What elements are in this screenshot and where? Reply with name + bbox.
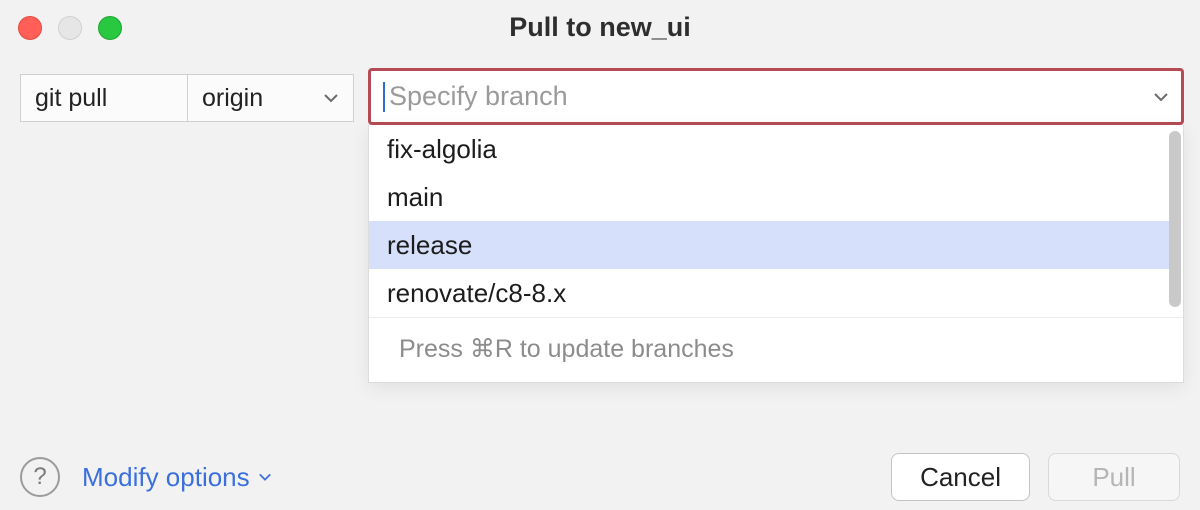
text-cursor	[383, 82, 385, 112]
dialog-title: Pull to new_ui	[0, 12, 1200, 43]
cancel-button[interactable]: Cancel	[891, 453, 1030, 501]
scrollbar-thumb[interactable]	[1169, 131, 1181, 307]
branch-option[interactable]: fix-algolia	[369, 125, 1173, 173]
branch-list: fix-algolia main release renovate/c8-8.x	[369, 125, 1183, 317]
branch-option[interactable]: release	[369, 221, 1173, 269]
help-icon[interactable]: ?	[20, 457, 60, 497]
dropdown-hint: Press ⌘R to update branches	[369, 317, 1183, 382]
chevron-down-icon[interactable]	[1153, 89, 1169, 105]
modify-options-link[interactable]: Modify options	[82, 462, 272, 493]
chevron-down-icon	[323, 90, 339, 106]
branch-option-label: release	[387, 230, 472, 261]
branch-option-label: renovate/c8-8.x	[387, 278, 566, 309]
branch-option-label: fix-algolia	[387, 134, 497, 165]
scrollbar[interactable]	[1169, 131, 1181, 317]
git-command-label: git pull	[35, 84, 107, 113]
branch-input[interactable]: Specify branch	[368, 68, 1184, 125]
branch-option[interactable]: renovate/c8-8.x	[369, 269, 1173, 317]
minimize-window-icon[interactable]	[58, 16, 82, 40]
dialog-footer: ? Modify options Cancel Pull	[0, 444, 1200, 510]
traffic-lights	[18, 16, 122, 40]
pull-button[interactable]: Pull	[1048, 453, 1180, 501]
modify-options-label: Modify options	[82, 462, 250, 493]
zoom-window-icon[interactable]	[98, 16, 122, 40]
cancel-button-label: Cancel	[920, 462, 1001, 493]
remote-select[interactable]: origin	[188, 74, 354, 122]
close-window-icon[interactable]	[18, 16, 42, 40]
branch-placeholder: Specify branch	[389, 81, 1153, 112]
command-row: git pull origin	[20, 74, 354, 122]
git-command-box: git pull	[20, 74, 188, 122]
titlebar: Pull to new_ui	[0, 0, 1200, 55]
branch-dropdown: fix-algolia main release renovate/c8-8.x…	[368, 125, 1184, 383]
branch-option[interactable]: main	[369, 173, 1173, 221]
remote-selected-value: origin	[202, 84, 263, 113]
chevron-down-icon	[258, 470, 272, 484]
branch-option-label: main	[387, 182, 443, 213]
pull-button-label: Pull	[1092, 462, 1135, 493]
